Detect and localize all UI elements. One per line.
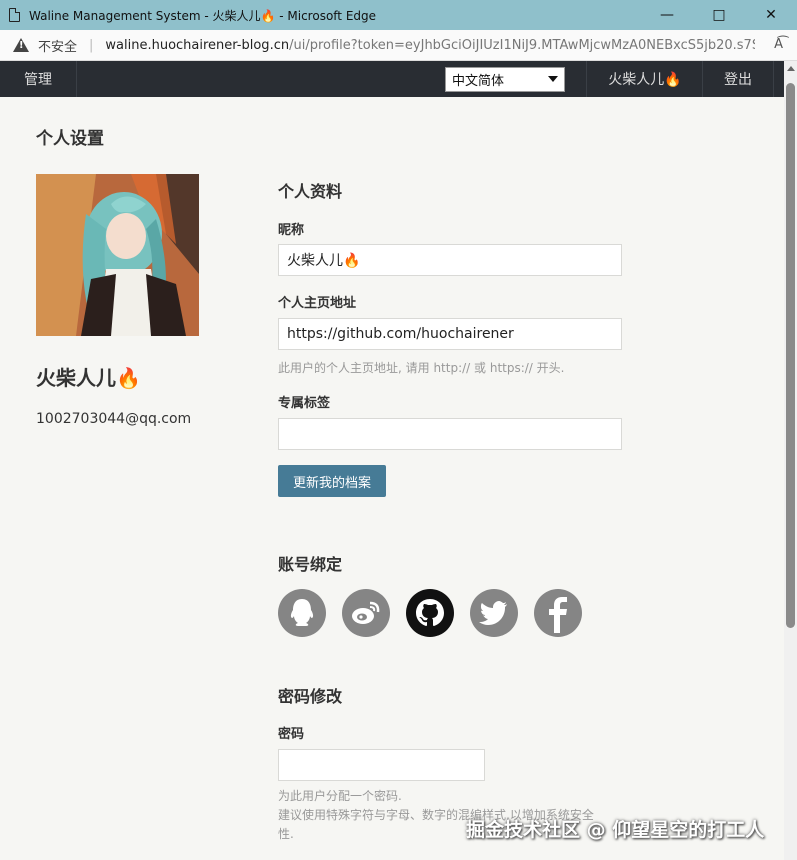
read-aloud-icon[interactable]: A͡ [774, 37, 783, 52]
language-selected: 中文简体 [452, 73, 505, 89]
homepage-input[interactable]: https://github.com/huochairener [278, 318, 622, 350]
facebook-icon[interactable] [534, 589, 582, 637]
password-label: 密码 [278, 727, 305, 742]
browser-titlebar: Waline Management System - 火柴人儿🔥 - Micro… [0, 0, 797, 30]
maximize-icon[interactable]: □ [693, 0, 745, 30]
twitter-icon[interactable] [470, 589, 518, 637]
section-title-password: 密码修改 [278, 687, 343, 706]
tag-label: 专属标签 [278, 396, 331, 411]
update-profile-button[interactable]: 更新我的档案 [278, 465, 386, 497]
page-title: 个人设置 [36, 129, 104, 149]
github-icon[interactable] [406, 589, 454, 637]
homepage-label: 个人主页地址 [278, 296, 357, 311]
url-text[interactable]: waline.huochairener-blog.cn/ui/profile?t… [105, 38, 755, 53]
profile-email: 1002703044@qq.com [36, 411, 192, 427]
qq-icon[interactable] [278, 589, 326, 637]
nav-logout-link[interactable]: 登出 [702, 61, 774, 97]
url-host: waline.huochairener-blog.cn [105, 37, 290, 53]
watermark: 掘金技术社区 @ 仰望星空的打工人 [466, 819, 765, 841]
address-bar[interactable]: 不安全 | waline.huochairener-blog.cn/ui/pro… [0, 30, 797, 61]
nav-manage-link[interactable]: 管理 [0, 61, 77, 97]
tag-input[interactable] [278, 418, 622, 450]
close-icon[interactable]: ✕ [745, 0, 797, 30]
language-select[interactable]: 中文简体 [445, 66, 565, 92]
url-path: /ui/profile?token=eyJhbGciOiJIUzI1NiJ9.M… [289, 37, 756, 53]
nav-user-link[interactable]: 火柴人儿🔥 [586, 61, 703, 97]
nickname-label: 昵称 [278, 223, 305, 238]
page-icon [9, 8, 20, 22]
password-input[interactable] [278, 749, 485, 781]
weibo-icon[interactable] [342, 589, 390, 637]
window-title: Waline Management System - 火柴人儿🔥 - Micro… [29, 8, 377, 23]
chevron-down-icon [548, 76, 558, 82]
scrollbar-thumb[interactable] [786, 83, 795, 628]
nickname-input[interactable]: 火柴人儿🔥 [278, 244, 622, 276]
avatar [36, 174, 199, 336]
homepage-hint: 此用户的个人主页地址, 请用 http:// 或 https:// 开头. [278, 361, 565, 375]
avatar-illustration [36, 174, 199, 336]
section-title-profile: 个人资料 [278, 182, 343, 201]
warning-icon[interactable] [13, 38, 29, 52]
address-divider: | [89, 37, 94, 53]
minimize-icon[interactable]: — [641, 0, 693, 30]
section-title-binding: 账号绑定 [278, 555, 343, 574]
language-select-wrap: 中文简体 [445, 66, 565, 92]
security-status[interactable]: 不安全 [38, 36, 77, 55]
password-hint-line1: 为此用户分配一个密码. [278, 789, 402, 803]
vertical-scrollbar[interactable] [784, 61, 797, 860]
profile-display-name: 火柴人儿🔥 [36, 366, 141, 390]
window-controls: — □ ✕ [641, 0, 797, 30]
app-navbar: 管理 中文简体 火柴人儿🔥 登出 [0, 61, 784, 97]
scroll-up-icon[interactable] [787, 66, 795, 71]
